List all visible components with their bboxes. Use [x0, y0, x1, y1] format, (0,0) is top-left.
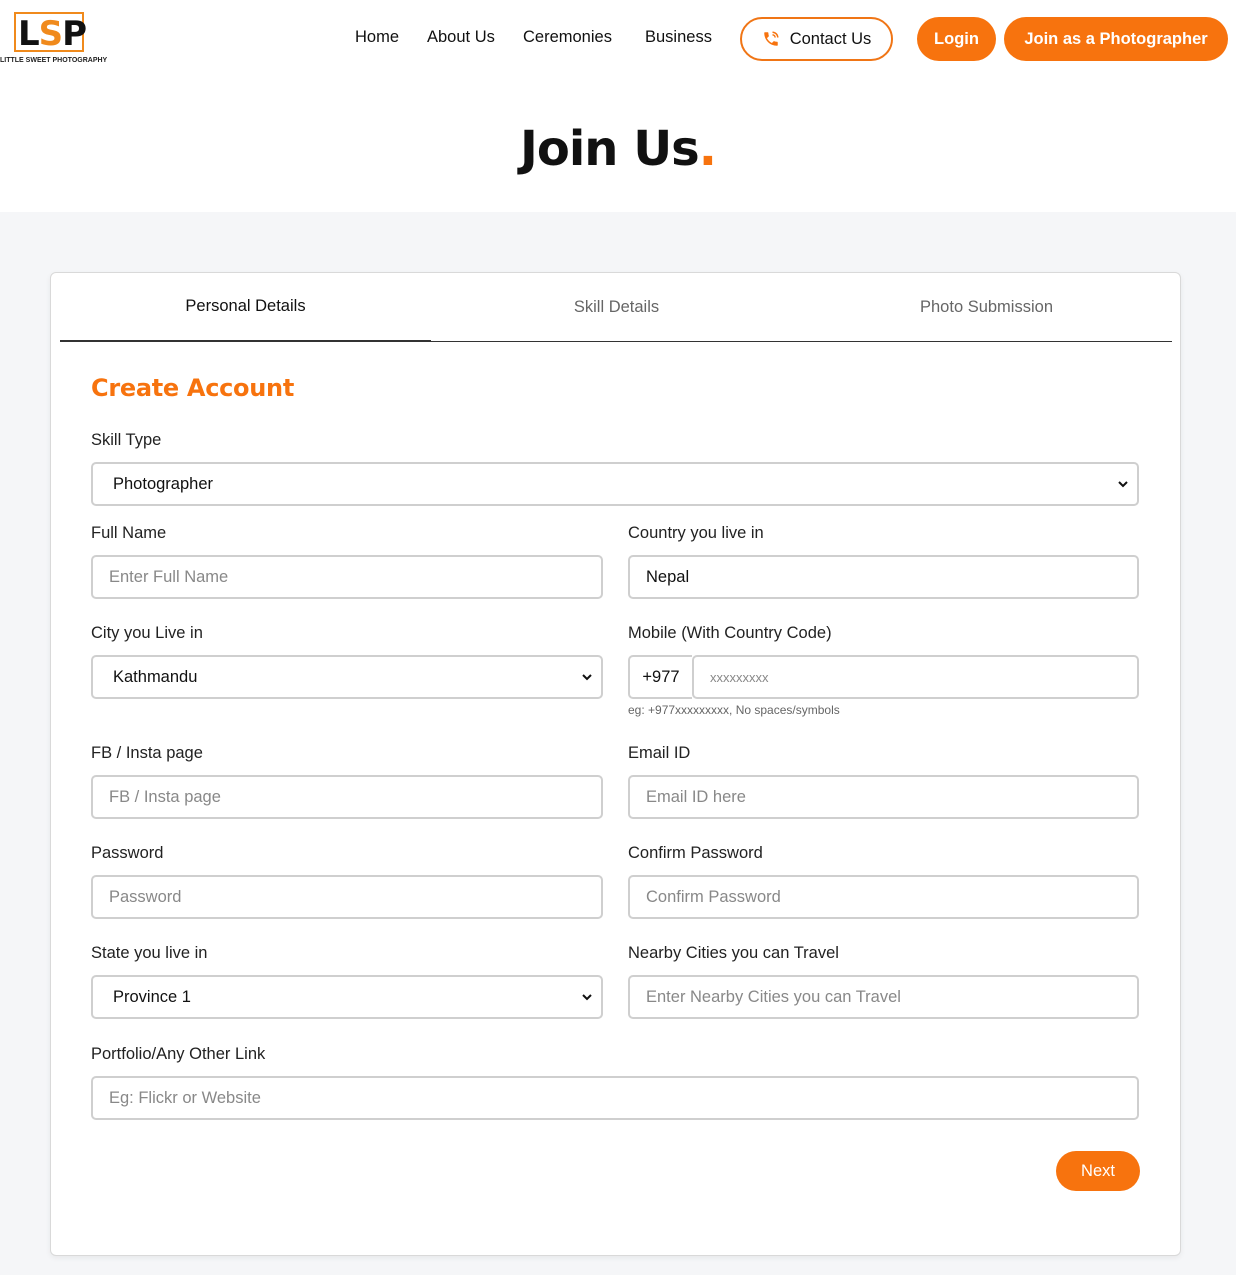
social-input[interactable]: FB / Insta page: [91, 775, 603, 819]
city-select[interactable]: Kathmandu: [91, 655, 603, 699]
email-input[interactable]: Email ID here: [628, 775, 1139, 819]
confirm-password-input[interactable]: Confirm Password: [628, 875, 1139, 919]
state-value: Province 1: [113, 987, 191, 1006]
portfolio-label: Portfolio/Any Other Link: [91, 1045, 266, 1063]
state-select[interactable]: Province 1: [91, 975, 603, 1019]
full-name-input[interactable]: Enter Full Name: [91, 555, 603, 599]
skill-type-select[interactable]: Photographer: [91, 462, 1139, 506]
confirm-password-label: Confirm Password: [628, 844, 763, 862]
city-value: Kathmandu: [113, 667, 198, 686]
join-photographer-button[interactable]: Join as a Photographer: [1004, 17, 1228, 61]
mobile-input[interactable]: xxxxxxxxx: [692, 655, 1139, 699]
password-label: Password: [91, 844, 164, 862]
nearby-cities-label: Nearby Cities you can Travel: [628, 944, 839, 962]
phone-icon: [762, 30, 780, 48]
logo-tagline: LITTLE SWEET PHOTOGRAPHY: [0, 57, 108, 64]
contact-us-label: Contact Us: [789, 29, 872, 48]
logo[interactable]: LSP LITTLE SWEET PHOTOGRAPHY: [0, 10, 110, 70]
section-title: Create Account: [91, 374, 294, 402]
password-input[interactable]: Password: [91, 875, 603, 919]
mobile-hint: eg: +977xxxxxxxxx, No spaces/symbols: [628, 703, 840, 717]
logo-mark: LSP: [18, 14, 87, 54]
login-button[interactable]: Login: [917, 17, 996, 61]
site-header: LSP LITTLE SWEET PHOTOGRAPHY Home About …: [0, 0, 1236, 85]
step-tabs: Personal Details Skill Details Photo Sub…: [60, 273, 1172, 342]
full-name-label: Full Name: [91, 524, 167, 542]
state-label: State you live in: [91, 944, 208, 962]
tab-personal-details[interactable]: Personal Details: [60, 273, 431, 342]
city-label: City you Live in: [91, 624, 203, 642]
tab-skill-details[interactable]: Skill Details: [431, 273, 802, 341]
social-label: FB / Insta page: [91, 744, 203, 762]
nav-about-us[interactable]: About Us: [427, 28, 495, 47]
nearby-cities-input[interactable]: Enter Nearby Cities you can Travel: [628, 975, 1139, 1019]
mobile-label: Mobile (With Country Code): [628, 624, 832, 642]
next-button[interactable]: Next: [1056, 1151, 1140, 1191]
nav-ceremonies[interactable]: Ceremonies: [523, 28, 612, 47]
portfolio-input[interactable]: Eg: Flickr or Website: [91, 1076, 1139, 1120]
country-input[interactable]: Nepal: [628, 555, 1139, 599]
chevron-down-icon: [581, 671, 593, 683]
contact-us-button[interactable]: Contact Us: [740, 17, 893, 61]
chevron-down-icon: [581, 991, 593, 1003]
country-label: Country you live in: [628, 524, 764, 542]
country-code: +977: [628, 655, 692, 699]
page-title: Join Us.: [520, 121, 717, 177]
nav-home[interactable]: Home: [355, 28, 399, 47]
hero: Join Us.: [0, 85, 1236, 212]
email-label: Email ID: [628, 744, 691, 762]
chevron-down-icon: [1117, 478, 1129, 490]
nav-business[interactable]: Business: [645, 28, 712, 47]
tab-photo-submission[interactable]: Photo Submission: [801, 273, 1172, 341]
skill-type-label: Skill Type: [91, 431, 162, 449]
signup-card: Personal Details Skill Details Photo Sub…: [50, 272, 1181, 1256]
skill-type-value: Photographer: [113, 474, 213, 493]
